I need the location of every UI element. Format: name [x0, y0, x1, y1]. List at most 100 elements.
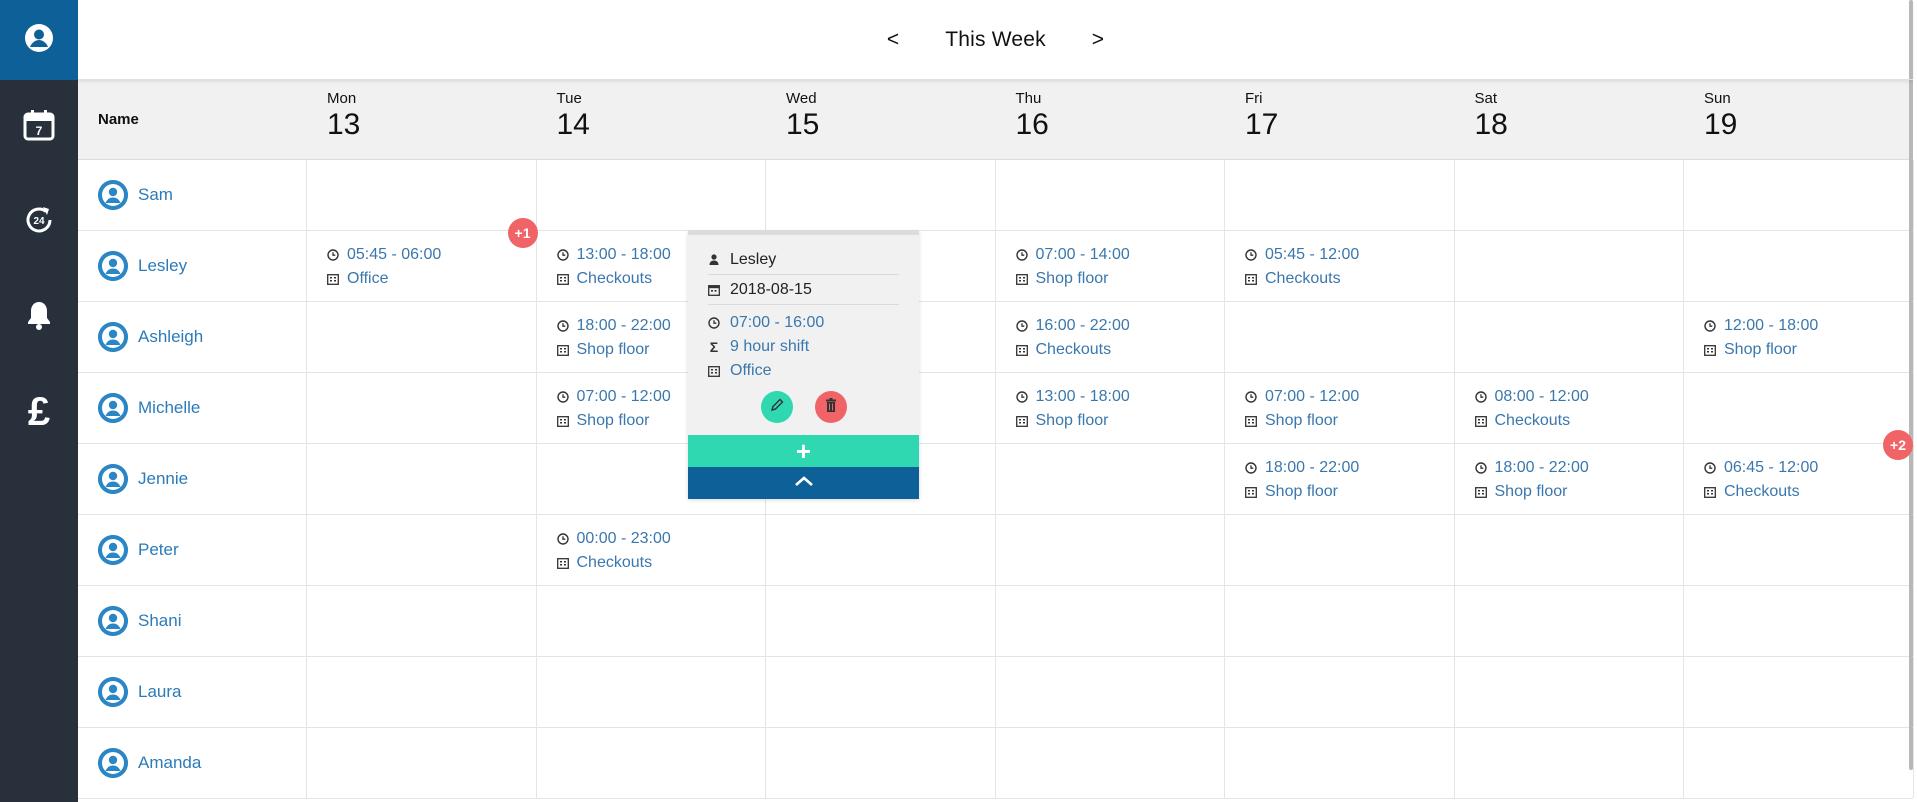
day-cell-sun[interactable]: 06:45 - 12:00 Checkouts — [1684, 444, 1914, 514]
next-week-button[interactable]: > — [1082, 28, 1114, 52]
day-cell-thu[interactable] — [996, 586, 1225, 656]
day-cell-sat[interactable] — [1455, 728, 1684, 798]
shift-entry[interactable]: 00:00 - 23:00 Checkouts — [556, 527, 671, 575]
shift-entry[interactable]: 18:00 - 22:00 Shop floor — [1245, 456, 1359, 504]
day-cell-sat[interactable] — [1455, 302, 1684, 372]
avatar[interactable] — [98, 322, 128, 352]
shift-entry[interactable]: 18:00 - 22:00 Shop floor — [1474, 456, 1589, 504]
day-cell-wed[interactable] — [766, 728, 996, 798]
day-cell-sun[interactable] — [1684, 231, 1914, 301]
edit-shift-button[interactable] — [760, 391, 793, 423]
day-cell-sat[interactable]: 08:00 - 12:00 Checkouts — [1455, 373, 1684, 443]
day-cell-fri[interactable] — [1225, 302, 1455, 372]
avatar[interactable] — [98, 464, 128, 494]
day-cell-fri[interactable] — [1225, 586, 1455, 656]
staff-name[interactable]: Jennie — [138, 469, 188, 489]
sidebar-item-calendar[interactable]: 7 — [0, 80, 78, 175]
day-cell-thu[interactable]: 07:00 - 14:00 Shop floor — [996, 231, 1225, 301]
add-shift-button[interactable]: + — [688, 435, 919, 467]
day-cell-fri[interactable]: 18:00 - 22:00 Shop floor — [1225, 444, 1455, 514]
shift-entry[interactable]: 05:45 - 12:00 Checkouts — [1245, 243, 1359, 291]
day-cell-thu[interactable]: 13:00 - 18:00 Shop floor — [996, 373, 1225, 443]
day-cell-thu[interactable] — [996, 515, 1225, 585]
staff-name[interactable]: Lesley — [138, 256, 187, 276]
day-cell-sat[interactable] — [1455, 160, 1684, 230]
shift-entry[interactable]: 07:00 - 14:00 Shop floor — [1015, 243, 1130, 291]
day-cell-tue[interactable]: 00:00 - 23:00 Checkouts — [537, 515, 766, 585]
day-cell-thu[interactable]: 16:00 - 22:00 Checkouts — [996, 302, 1225, 372]
shift-entry[interactable]: 07:00 - 12:00 Shop floor — [1245, 385, 1359, 433]
day-cell-wed[interactable] — [766, 515, 996, 585]
staff-name[interactable]: Amanda — [138, 753, 201, 773]
day-cell-mon[interactable] — [307, 515, 537, 585]
day-cell-mon[interactable] — [307, 302, 537, 372]
day-cell-sun[interactable] — [1684, 160, 1914, 230]
staff-name[interactable]: Laura — [138, 682, 181, 702]
avatar[interactable] — [98, 251, 128, 281]
staff-name[interactable]: Shani — [138, 611, 181, 631]
day-cell-wed[interactable] — [766, 586, 996, 656]
sidebar-item-profile[interactable] — [0, 0, 78, 80]
avatar[interactable] — [98, 393, 128, 423]
day-cell-mon[interactable] — [307, 728, 537, 798]
staff-name[interactable]: Michelle — [138, 398, 200, 418]
day-cell-mon[interactable] — [307, 657, 537, 727]
more-shifts-badge[interactable]: +1 — [507, 218, 538, 248]
day-cell-mon[interactable]: 05:45 - 06:00 Office — [307, 231, 537, 301]
day-cell-sun[interactable] — [1684, 657, 1914, 727]
day-cell-sun[interactable] — [1684, 373, 1914, 443]
day-cell-fri[interactable] — [1225, 728, 1455, 798]
shift-entry[interactable]: 16:00 - 22:00 Checkouts — [1015, 314, 1130, 362]
shift-entry[interactable]: 12:00 - 18:00 Shop floor — [1704, 314, 1818, 362]
sidebar-item-notifications[interactable] — [0, 270, 78, 365]
day-cell-sat[interactable] — [1455, 231, 1684, 301]
day-cell-fri[interactable] — [1225, 515, 1455, 585]
staff-name[interactable]: Peter — [138, 540, 179, 560]
day-cell-thu[interactable] — [996, 444, 1225, 514]
day-cell-sat[interactable] — [1455, 586, 1684, 656]
avatar[interactable] — [98, 180, 128, 210]
shift-entry[interactable]: 13:00 - 18:00 Checkouts — [556, 243, 671, 291]
day-cell-sat[interactable] — [1455, 657, 1684, 727]
staff-name[interactable]: Ashleigh — [138, 327, 203, 347]
shift-entry[interactable]: 05:45 - 06:00 Office — [327, 243, 441, 291]
day-cell-thu[interactable] — [996, 728, 1225, 798]
day-cell-fri[interactable] — [1225, 160, 1455, 230]
day-cell-mon[interactable] — [307, 160, 537, 230]
day-cell-sat[interactable]: 18:00 - 22:00 Shop floor — [1455, 444, 1684, 514]
day-cell-wed[interactable] — [766, 160, 996, 230]
shift-entry[interactable]: 06:45 - 12:00 Checkouts — [1704, 456, 1818, 504]
prev-week-button[interactable]: < — [877, 28, 909, 52]
shift-entry[interactable]: 08:00 - 12:00 Checkouts — [1474, 385, 1589, 433]
day-cell-sun[interactable] — [1684, 586, 1914, 656]
avatar[interactable] — [98, 677, 128, 707]
day-cell-fri[interactable]: 05:45 - 12:00 Checkouts — [1225, 231, 1455, 301]
day-cell-thu[interactable] — [996, 657, 1225, 727]
delete-shift-button[interactable] — [814, 391, 847, 423]
shift-entry[interactable]: 18:00 - 22:00 Shop floor — [556, 314, 671, 362]
more-shifts-badge[interactable]: +2 — [1883, 430, 1913, 460]
day-cell-mon[interactable] — [307, 586, 537, 656]
shift-entry[interactable]: 07:00 - 12:00 Shop floor — [556, 385, 671, 433]
day-cell-fri[interactable]: 07:00 - 12:00 Shop floor — [1225, 373, 1455, 443]
avatar[interactable] — [98, 535, 128, 565]
day-cell-thu[interactable] — [996, 160, 1225, 230]
day-cell-tue[interactable] — [537, 657, 766, 727]
avatar[interactable] — [98, 606, 128, 636]
day-cell-sat[interactable] — [1455, 515, 1684, 585]
day-cell-tue[interactable] — [537, 728, 766, 798]
day-cell-sun[interactable] — [1684, 515, 1914, 585]
sidebar-item-finance[interactable]: £ — [0, 365, 78, 460]
day-cell-tue[interactable] — [537, 160, 766, 230]
day-cell-sun[interactable] — [1684, 728, 1914, 798]
day-cell-mon[interactable] — [307, 444, 537, 514]
day-cell-wed[interactable] — [766, 657, 996, 727]
staff-name[interactable]: Sam — [138, 185, 173, 205]
day-cell-sun[interactable]: 12:00 - 18:00 Shop floor — [1684, 302, 1914, 372]
vertical-scrollbar[interactable] — [1909, 0, 1913, 770]
day-cell-mon[interactable] — [307, 373, 537, 443]
day-cell-tue[interactable] — [537, 586, 766, 656]
avatar[interactable] — [98, 748, 128, 778]
day-cell-fri[interactable] — [1225, 657, 1455, 727]
sidebar-item-24h[interactable]: 24 — [0, 175, 78, 270]
